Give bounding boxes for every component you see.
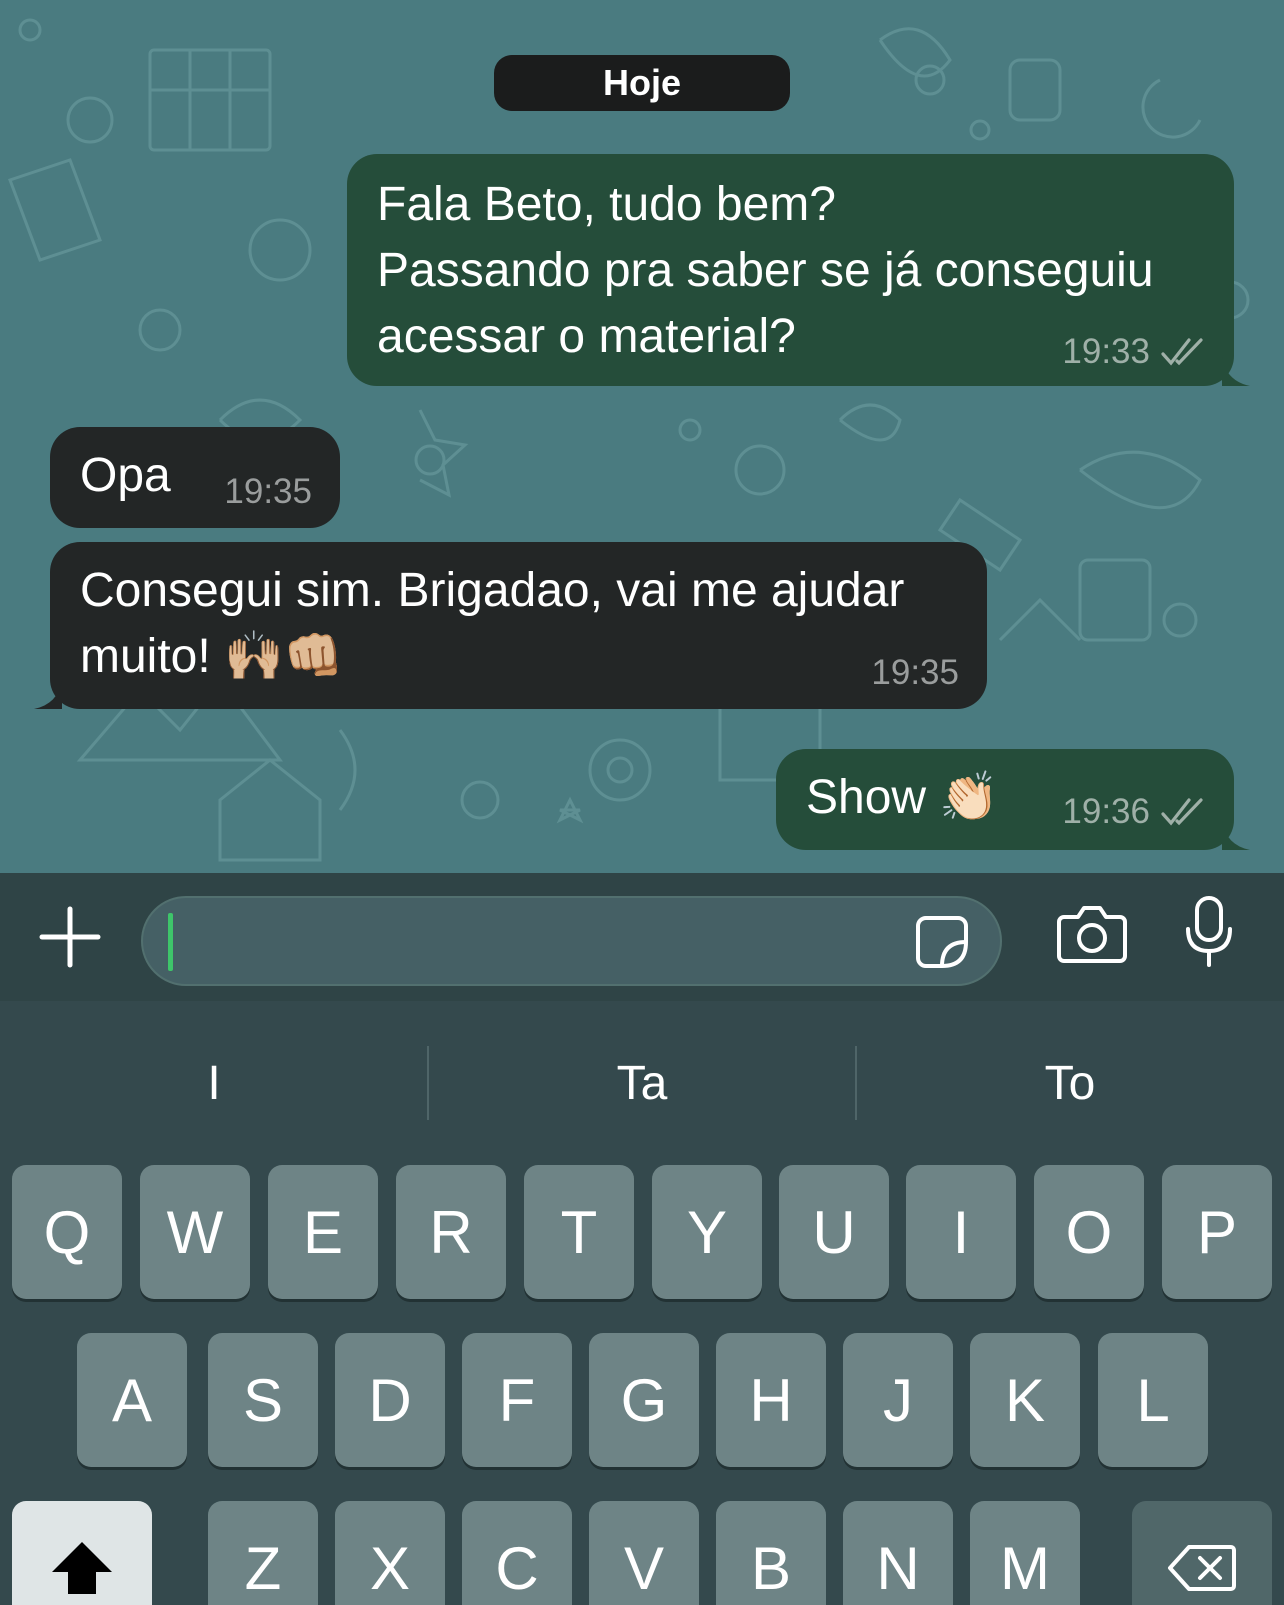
message-outgoing[interactable]: Show 👏🏻 19:36 — [776, 749, 1234, 850]
key-s[interactable]: S — [208, 1333, 318, 1467]
camera-icon[interactable] — [1056, 903, 1128, 965]
backspace-icon — [1168, 1545, 1236, 1591]
message-meta: 19:35 — [224, 472, 312, 512]
key-a[interactable]: A — [77, 1333, 187, 1467]
message-outgoing[interactable]: Fala Beto, tudo bem? Passando pra saber … — [347, 154, 1234, 386]
message-time: 19:35 — [224, 472, 312, 511]
date-separator: Hoje — [494, 55, 790, 111]
key-h[interactable]: H — [716, 1333, 826, 1467]
message-meta: 19:35 — [871, 653, 959, 693]
text-caret — [168, 913, 173, 971]
sticker-icon[interactable] — [914, 914, 970, 970]
key-u[interactable]: U — [779, 1165, 889, 1299]
plus-icon[interactable] — [38, 905, 102, 969]
key-e[interactable]: E — [268, 1165, 378, 1299]
key-q[interactable]: Q — [12, 1165, 122, 1299]
backspace-key[interactable] — [1132, 1501, 1272, 1605]
key-c[interactable]: C — [462, 1501, 572, 1605]
key-b[interactable]: B — [716, 1501, 826, 1605]
message-incoming[interactable]: Consegui sim. Brigadao, vai me ajudar mu… — [50, 542, 987, 709]
suggestion-item[interactable]: To — [856, 1046, 1284, 1122]
key-l[interactable]: L — [1098, 1333, 1208, 1467]
suggestion-item[interactable]: I — [0, 1046, 428, 1122]
key-g[interactable]: G — [589, 1333, 699, 1467]
suggestion-bar: I Ta To — [0, 1001, 1284, 1161]
read-receipt-icon — [1161, 338, 1203, 366]
message-composer — [0, 873, 1284, 1001]
bubble-tail — [1222, 821, 1250, 850]
message-input[interactable] — [141, 896, 1002, 986]
microphone-icon[interactable] — [1184, 895, 1234, 969]
key-z[interactable]: Z — [208, 1501, 318, 1605]
key-t[interactable]: T — [524, 1165, 634, 1299]
message-time: 19:35 — [871, 653, 959, 692]
suggestion-item[interactable]: Ta — [428, 1046, 856, 1122]
key-d[interactable]: D — [335, 1333, 445, 1467]
keyboard: I Ta To Q W E R T Y U I O P A S D F G H … — [0, 1001, 1284, 1605]
key-x[interactable]: X — [335, 1501, 445, 1605]
key-o[interactable]: O — [1034, 1165, 1144, 1299]
key-m[interactable]: M — [970, 1501, 1080, 1605]
bubble-tail — [1222, 357, 1250, 386]
message-incoming[interactable]: Opa 19:35 — [50, 427, 340, 528]
shift-icon — [52, 1542, 112, 1594]
key-i[interactable]: I — [906, 1165, 1016, 1299]
key-p[interactable]: P — [1162, 1165, 1272, 1299]
message-text: Consegui sim. Brigadao, vai me ajudar mu… — [80, 564, 905, 683]
key-w[interactable]: W — [140, 1165, 250, 1299]
message-time: 19:33 — [1062, 332, 1150, 371]
message-meta: 19:36 — [1062, 792, 1206, 832]
key-n[interactable]: N — [843, 1501, 953, 1605]
message-time: 19:36 — [1062, 792, 1150, 831]
read-receipt-icon — [1161, 798, 1203, 826]
key-y[interactable]: Y — [652, 1165, 762, 1299]
chat-area[interactable]: Hoje Fala Beto, tudo bem? Passando pra s… — [0, 0, 1284, 873]
key-j[interactable]: J — [843, 1333, 953, 1467]
key-k[interactable]: K — [970, 1333, 1080, 1467]
key-v[interactable]: V — [589, 1501, 699, 1605]
bubble-tail — [34, 680, 62, 709]
shift-key[interactable] — [12, 1501, 152, 1605]
message-meta: 19:33 — [1062, 332, 1206, 372]
key-f[interactable]: F — [462, 1333, 572, 1467]
key-r[interactable]: R — [396, 1165, 506, 1299]
